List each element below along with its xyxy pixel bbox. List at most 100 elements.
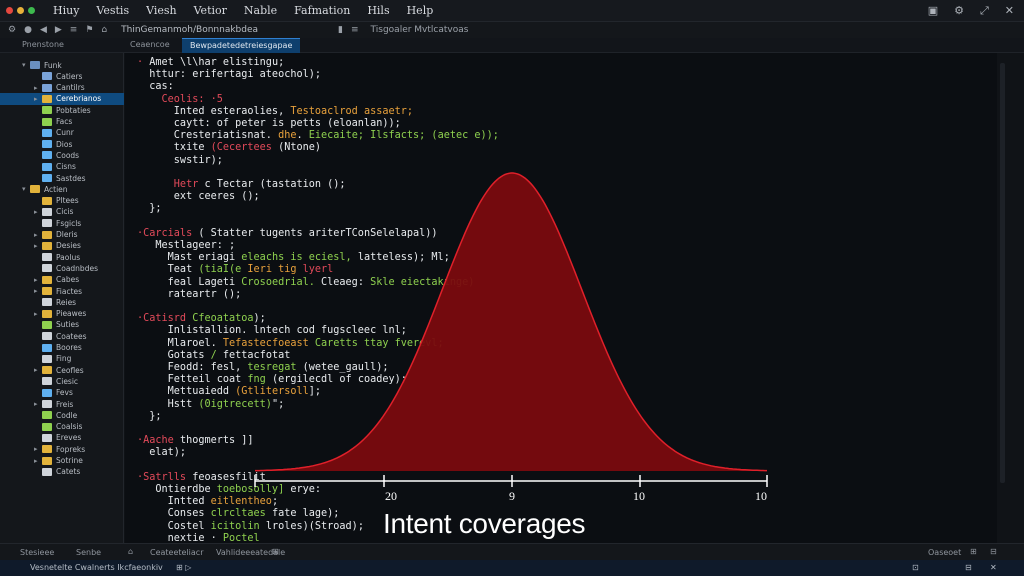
sidebar-item[interactable]: Codle [0,409,124,421]
sidebar-item[interactable]: Fsgicls [0,217,124,229]
chevron-right-icon[interactable]: ▸ [34,400,42,408]
back-icon[interactable]: ◀ [40,25,47,35]
code-token: fettacfotat [222,349,291,361]
menu-item[interactable]: Viesh [146,4,177,17]
close-window-dot[interactable] [6,7,13,14]
sidebar-item[interactable]: ▾ Actien [0,183,124,195]
close-icon[interactable]: ✕ [990,563,997,572]
tab-explorer[interactable]: Pnenstone [22,40,64,49]
sidebar-item[interactable]: Facs [0,116,124,128]
sidebar-item[interactable]: ▸ Cicis [0,206,124,218]
panel-tab[interactable]: Senbe [76,548,101,557]
menu-item[interactable]: Vetior [194,4,227,17]
sidebar-item[interactable]: Suties [0,319,124,331]
layout-icon[interactable]: ⊡ [912,563,919,572]
sidebar-item[interactable]: Coadnbdes [0,262,124,274]
sidebar-item[interactable]: Pobtaties [0,104,124,116]
sidebar-item[interactable]: Coods [0,149,124,161]
sidebar-item[interactable]: Fing [0,353,124,365]
menu-item[interactable]: Hils [367,4,389,17]
sidebar-item[interactable]: ▸ Sotrine [0,455,124,467]
record-icon[interactable]: ● [24,25,32,35]
sidebar-item[interactable]: Cisns [0,161,124,173]
sidebar-item[interactable]: Reies [0,296,124,308]
sidebar-item[interactable]: ▸ Desies [0,240,124,252]
chevron-right-icon[interactable]: ▸ [34,231,42,239]
sidebar-item[interactable]: ▸ Freis [0,398,124,410]
expand-icon[interactable]: ⤢ [980,4,989,18]
menu-item[interactable]: Help [407,4,434,17]
flag-icon[interactable]: ⚑ [85,25,93,35]
chevron-right-icon[interactable]: ▸ [34,445,42,453]
code-line: Cresteriatisnat. dhe. Eiecaite; Ilsfacts… [137,130,1024,142]
list-icon[interactable]: ≡ [351,25,359,35]
sidebar-item[interactable]: Boores [0,342,124,354]
grid-icon[interactable]: ⊞ [272,547,279,556]
chevron-right-icon[interactable]: ▸ [34,95,42,103]
tab-secondary[interactable]: Ceaencoe [130,40,170,49]
panel-tab[interactable]: Ceateeteliacr [150,548,203,557]
chevron-right-icon[interactable]: ▸ [34,84,42,92]
chevron-right-icon[interactable]: ▸ [34,276,42,284]
chevron-right-icon[interactable]: ▸ [34,287,42,295]
grid-icon[interactable]: ⊞ [970,547,977,556]
settings-icon[interactable]: ⚙ [8,25,16,35]
minimize-panel-icon[interactable]: ⊟ [990,547,997,556]
menu-item[interactable]: Nable [244,4,277,17]
maximize-window-dot[interactable] [28,7,35,14]
sidebar-item[interactable]: Coatees [0,330,124,342]
sidebar-item[interactable]: Paolus [0,251,124,263]
sidebar-item[interactable]: Fevs [0,387,124,399]
panel-status[interactable]: Oaseoet [928,548,961,557]
sidebar-item[interactable]: ▸ Fiactes [0,285,124,297]
chevron-right-icon[interactable]: ▸ [34,242,42,250]
sidebar-item[interactable]: ▸ Cerebrianos [0,92,124,105]
chevron-down-icon[interactable]: ▾ [22,185,30,193]
sidebar-item[interactable]: Cunr [0,127,124,139]
forward-icon[interactable]: ▶ [55,25,62,35]
sidebar-item[interactable]: Catiers [0,70,124,82]
tab-active-editor[interactable]: Bewpadetedetreiesgapae [182,38,301,53]
sidebar-item[interactable]: ▸ Cantilrs [0,82,124,94]
chevron-right-icon[interactable]: ▸ [34,457,42,465]
settings-icon[interactable]: ⚙ [954,4,964,18]
home-icon[interactable]: ⌂ [101,25,107,35]
menu-item[interactable]: Hiuy [53,4,79,17]
sidebar-item[interactable]: ▸ Fopreks [0,443,124,455]
close-icon[interactable]: ✕ [1005,4,1014,18]
sidebar-item[interactable]: Coalsis [0,421,124,433]
menu-item[interactable]: Fafmation [294,4,350,17]
sidebar-item[interactable]: Pltees [0,195,124,207]
sidebar-item[interactable]: Ciesic [0,375,124,387]
sidebar-item[interactable]: ▸ Dleris [0,229,124,241]
sidebar-item[interactable]: ▸ Pieawes [0,308,124,320]
menu-item[interactable]: Vestis [96,4,129,17]
panel-icon[interactable]: ▮ [338,25,343,35]
panel-tab[interactable]: Stesieee [20,548,54,557]
code-token: latteless); Ml; [357,252,450,264]
sidebar-item[interactable]: ▾ Funk [0,59,124,71]
vertical-scrollbar[interactable] [997,53,1024,543]
sidebar-item[interactable]: Catets [0,466,124,478]
status-text: Vesnetelte Cwalnerts Ikcfaeonkiv [30,563,163,572]
file-icon [42,411,52,420]
menu-icon[interactable]: ≡ [70,25,78,35]
status-controls[interactable]: ⊞ ▷ [176,563,191,572]
chevron-right-icon[interactable]: ▸ [34,310,42,318]
sidebar-item[interactable]: Ereves [0,432,124,444]
split-icon[interactable]: ⊟ [965,563,972,572]
chevron-down-icon[interactable]: ▾ [22,61,30,69]
breadcrumb-path[interactable]: ThinGemanmoh/Bonnnakbdea [121,25,258,35]
home-icon[interactable]: ⌂ [128,547,133,556]
layout-icon[interactable]: ▣ [928,4,938,18]
sidebar-item[interactable]: Dios [0,138,124,150]
sidebar-item[interactable]: ▸ Ceofles [0,364,124,376]
code-editor[interactable]: · Amet \l\har elistingu; httur: eriferta… [125,53,997,556]
chevron-right-icon[interactable]: ▸ [34,208,42,216]
chevron-right-icon[interactable]: ▸ [34,366,42,374]
minimize-window-dot[interactable] [17,7,24,14]
scrollbar-thumb[interactable] [1000,63,1005,483]
sidebar-item[interactable]: ▸ Cabes [0,274,124,286]
sidebar-item[interactable]: Sastdes [0,172,124,184]
secondary-path[interactable]: Tisgoaler Mvtlcatvoas [371,25,469,35]
